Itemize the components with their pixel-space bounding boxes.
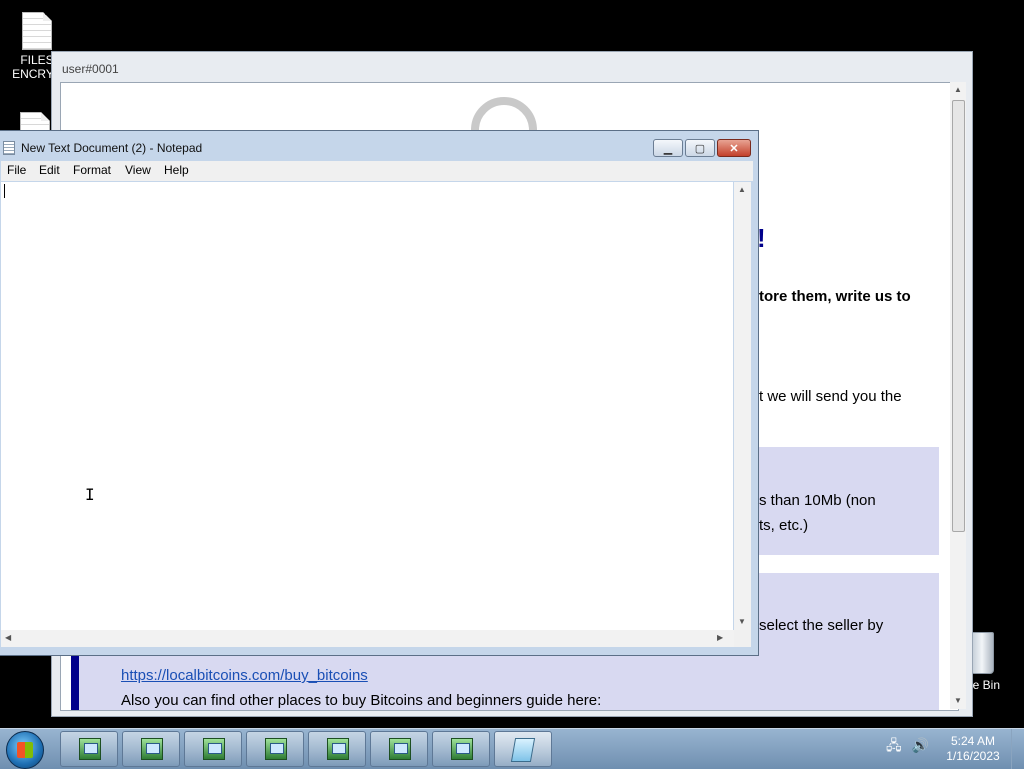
volume-icon[interactable]: 🔊 bbox=[912, 737, 929, 753]
scroll-thumb[interactable] bbox=[952, 100, 965, 532]
windows-logo-icon bbox=[17, 742, 33, 758]
taskbar-button[interactable] bbox=[122, 731, 180, 767]
program-icon bbox=[141, 738, 163, 760]
maximize-icon: ▢ bbox=[694, 142, 706, 155]
program-icon bbox=[327, 738, 349, 760]
clock[interactable]: 5:24 AM 1/16/2023 bbox=[942, 734, 1004, 764]
program-icon bbox=[79, 738, 101, 760]
close-icon: ✕ bbox=[729, 142, 739, 155]
bitcoin-link[interactable]: https://localbitcoins.com/buy_bitcoins bbox=[121, 667, 368, 684]
vertical-scrollbar[interactable]: ▲ ▼ bbox=[734, 182, 751, 630]
clock-date: 1/16/2023 bbox=[946, 749, 1000, 763]
scroll-down-icon[interactable]: ▼ bbox=[954, 696, 962, 705]
notepad-icon bbox=[510, 738, 536, 762]
taskbar-button[interactable] bbox=[370, 731, 428, 767]
start-button[interactable] bbox=[6, 731, 44, 769]
network-icon[interactable]: 🖧 bbox=[886, 737, 902, 753]
menu-format[interactable]: Format bbox=[73, 163, 111, 177]
program-icon bbox=[451, 738, 473, 760]
window-title: user#0001 bbox=[62, 62, 119, 76]
maximize-button[interactable]: ▢ bbox=[685, 139, 715, 157]
scroll-left-icon[interactable]: ◀ bbox=[5, 633, 11, 642]
program-icon bbox=[265, 738, 287, 760]
menu-bar: File Edit Format View Help bbox=[1, 161, 753, 181]
vertical-scrollbar[interactable]: ▲ ▼ bbox=[950, 82, 966, 709]
menu-view[interactable]: View bbox=[125, 163, 151, 177]
taskbar-button-notepad[interactable] bbox=[494, 731, 552, 767]
clock-time: 5:24 AM bbox=[950, 734, 996, 748]
text-editor-area[interactable]: I bbox=[1, 182, 733, 630]
program-icon bbox=[203, 738, 225, 760]
minimize-button[interactable]: ▁ bbox=[653, 139, 683, 157]
menu-file[interactable]: File bbox=[7, 163, 26, 177]
system-tray: 🖧 🔊 bbox=[886, 735, 929, 759]
scroll-up-icon[interactable]: ▲ bbox=[738, 185, 746, 194]
notepad-icon bbox=[3, 141, 15, 155]
text-file-icon bbox=[22, 12, 52, 50]
taskbar-button[interactable] bbox=[246, 731, 304, 767]
window-title: New Text Document (2) - Notepad bbox=[21, 141, 203, 155]
scroll-up-icon[interactable]: ▲ bbox=[954, 85, 962, 94]
note-line: tore them, write us to bbox=[759, 288, 911, 305]
minimize-icon: ▁ bbox=[663, 142, 673, 155]
info-box: s than 10Mb (non ts, etc.) bbox=[759, 447, 939, 555]
taskbar: 🖧 🔊 5:24 AM 1/16/2023 bbox=[0, 728, 1024, 769]
menu-help[interactable]: Help bbox=[164, 163, 189, 177]
note-line: ts, etc.) bbox=[759, 517, 809, 534]
recycle-bin-icon bbox=[970, 632, 994, 674]
note-line: Also you can find other places to buy Bi… bbox=[121, 692, 602, 709]
text-caret bbox=[4, 184, 5, 198]
size-grip[interactable] bbox=[734, 630, 751, 647]
horizontal-scrollbar[interactable]: ◀ ▶ bbox=[1, 630, 734, 647]
program-icon bbox=[389, 738, 411, 760]
note-line: select the seller by bbox=[759, 617, 884, 634]
scroll-right-icon[interactable]: ▶ bbox=[717, 633, 723, 642]
taskbar-button[interactable] bbox=[308, 731, 366, 767]
ibeam-cursor-icon: I bbox=[85, 485, 95, 504]
taskbar-button[interactable] bbox=[60, 731, 118, 767]
show-desktop-button[interactable] bbox=[1011, 729, 1024, 769]
menu-edit[interactable]: Edit bbox=[39, 163, 60, 177]
scroll-down-icon[interactable]: ▼ bbox=[738, 617, 746, 626]
taskbar-button[interactable] bbox=[184, 731, 242, 767]
close-button[interactable]: ✕ bbox=[717, 139, 751, 157]
note-line: t we will send you the bbox=[759, 388, 902, 405]
notepad-window[interactable]: New Text Document (2) - Notepad ▁ ▢ ✕ Fi… bbox=[0, 130, 759, 656]
note-line: s than 10Mb (non bbox=[759, 492, 876, 509]
taskbar-button[interactable] bbox=[432, 731, 490, 767]
